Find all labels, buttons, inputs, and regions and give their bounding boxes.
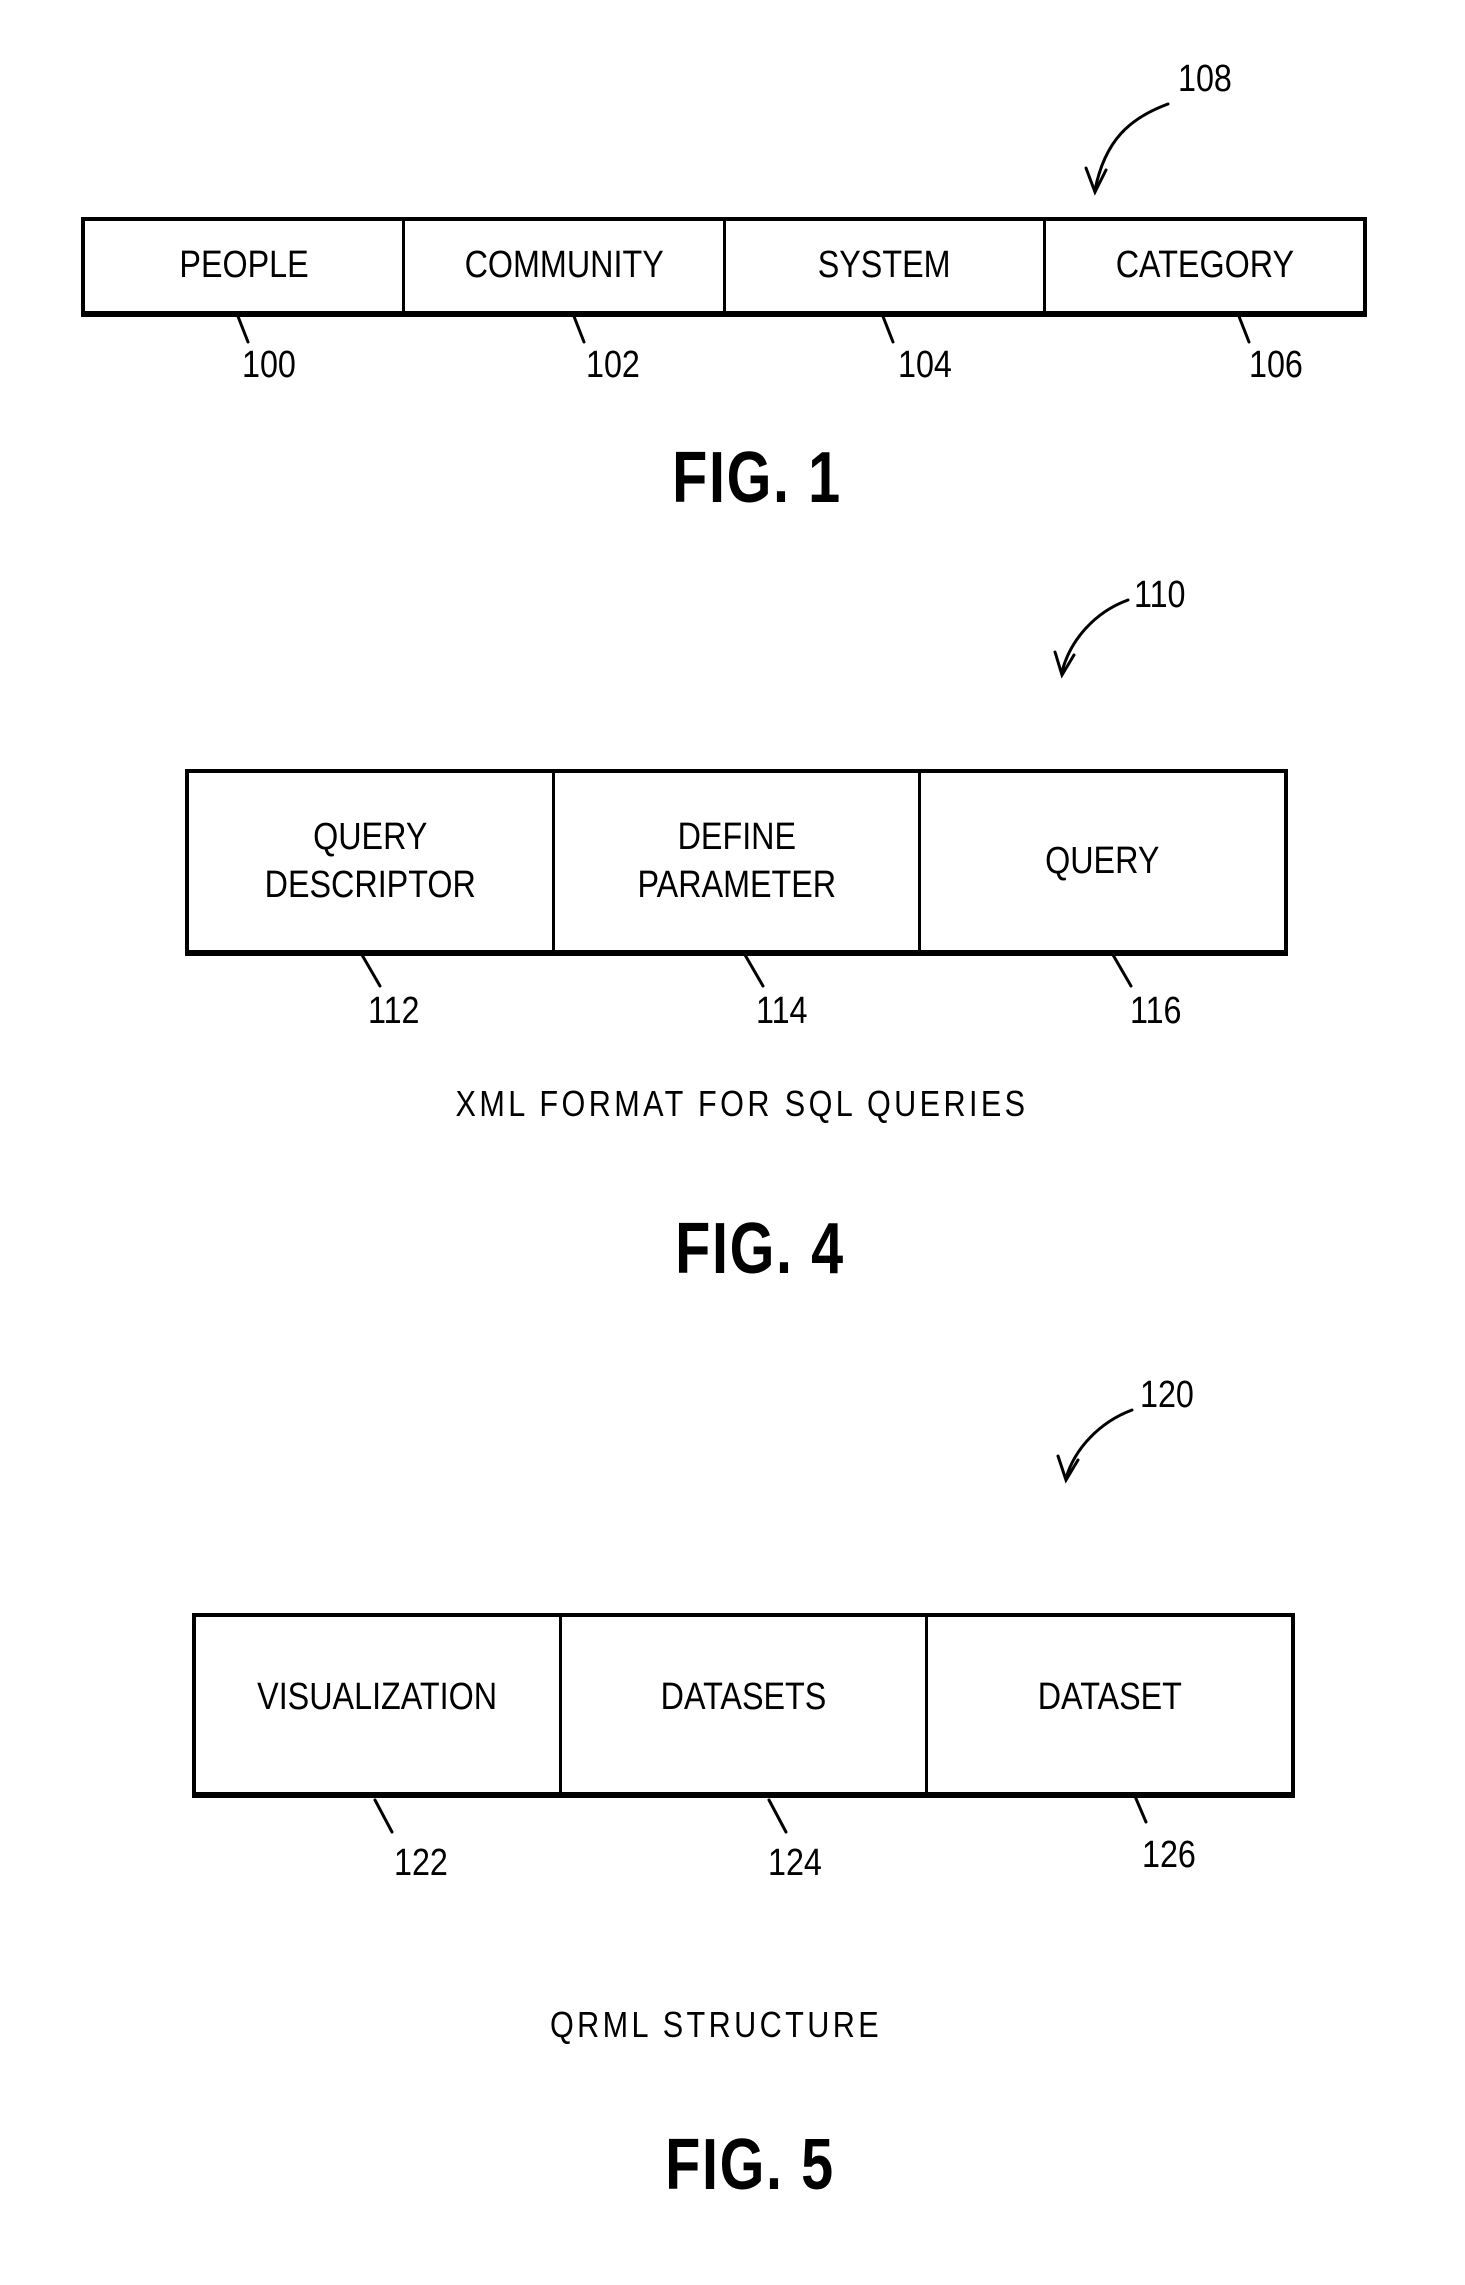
- reference-number-100: 100: [242, 344, 296, 386]
- record-structure-bar: PEOPLE COMMUNITY SYSTEM CATEGORY: [81, 217, 1367, 317]
- cell-label: DEFINE PARAMETER: [637, 816, 836, 906]
- figure-title: FIG. 5: [665, 2125, 835, 2205]
- reference-number-116: 116: [1130, 990, 1182, 1032]
- reference-arrow-120: [1064, 1408, 1134, 1480]
- cell-category: CATEGORY: [1042, 221, 1363, 311]
- cell-dataset: DATASET: [925, 1617, 1291, 1792]
- cell-system: SYSTEM: [722, 221, 1043, 311]
- xml-query-structure-bar: QUERY DESCRIPTOR DEFINE PARAMETER QUERY: [185, 769, 1288, 956]
- cell-label: DATASETS: [660, 1675, 827, 1718]
- reference-arrow-110: [1060, 598, 1130, 674]
- reference-number-114: 114: [756, 990, 808, 1032]
- cell-label: QUERY DESCRIPTOR: [264, 816, 477, 906]
- reference-number-106: 106: [1249, 344, 1303, 386]
- cell-query: QUERY: [918, 773, 1284, 950]
- leader-line-122: [373, 1798, 394, 1834]
- reference-number-112: 112: [368, 990, 420, 1032]
- reference-arrow-108: [1093, 102, 1170, 192]
- cell-query-descriptor: QUERY DESCRIPTOR: [189, 773, 552, 950]
- reference-number-126: 126: [1142, 1834, 1196, 1876]
- figure-title: FIG. 4: [675, 1209, 845, 1289]
- arrowhead-120: [1056, 1454, 1080, 1484]
- leader-line-124: [767, 1798, 788, 1834]
- reference-number-122: 122: [394, 1842, 448, 1884]
- cell-define-parameter: DEFINE PARAMETER: [552, 773, 918, 950]
- qrml-structure-bar: VISUALIZATION DATASETS DATASET: [192, 1613, 1295, 1798]
- cell-community: COMMUNITY: [402, 221, 722, 311]
- reference-number-120: 120: [1140, 1374, 1194, 1416]
- arrowhead-108: [1084, 166, 1108, 196]
- figure-title: FIG. 1: [672, 438, 842, 518]
- cell-label: VISUALIZATION: [257, 1675, 498, 1718]
- reference-number-110: 110: [1134, 574, 1186, 616]
- reference-number-124: 124: [768, 1842, 822, 1884]
- cell-label: PEOPLE: [178, 244, 309, 287]
- reference-number-102: 102: [586, 344, 640, 386]
- cell-label: COMMUNITY: [464, 244, 664, 287]
- figure-caption: QRML STRUCTURE: [549, 2004, 883, 2045]
- cell-people: PEOPLE: [85, 221, 402, 311]
- arrowhead-110: [1053, 650, 1076, 679]
- cell-visualization: VISUALIZATION: [196, 1617, 559, 1792]
- cell-datasets: DATASETS: [559, 1617, 925, 1792]
- cell-label: CATEGORY: [1115, 244, 1294, 287]
- cell-label: QUERY: [1045, 839, 1160, 882]
- leader-lines-layer: [228, 102, 1251, 1834]
- cell-label: DATASET: [1037, 1675, 1182, 1718]
- figure-caption: XML FORMAT FOR SQL QUERIES: [455, 1083, 1029, 1124]
- reference-number-108: 108: [1178, 58, 1232, 100]
- cell-label: SYSTEM: [817, 244, 951, 287]
- reference-number-104: 104: [898, 344, 952, 386]
